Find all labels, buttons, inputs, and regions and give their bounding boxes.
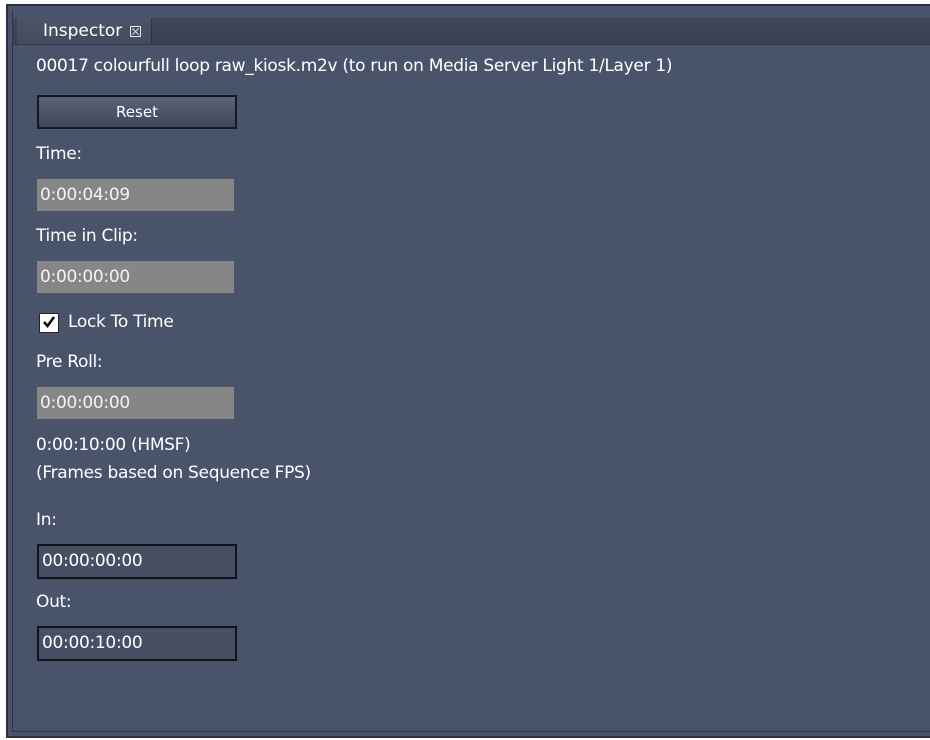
frames-note: (Frames based on Sequence FPS): [36, 463, 311, 483]
reset-button[interactable]: Reset: [37, 95, 237, 129]
time-label: Time:: [36, 144, 82, 164]
tab-inspector[interactable]: Inspector: [17, 18, 153, 44]
close-icon[interactable]: [130, 25, 142, 37]
inspector-window: Inspector 00017 colourfull loop raw_kios…: [6, 4, 930, 738]
lock-to-time-label[interactable]: Lock To Time: [68, 312, 174, 332]
inspector-panel: Inspector 00017 colourfull loop raw_kios…: [12, 10, 930, 732]
lock-to-time-checkbox[interactable]: [39, 313, 59, 333]
out-label: Out:: [36, 592, 72, 612]
duration-text: 0:00:10:00 (HMSF): [36, 435, 191, 455]
time-in-clip-field: 0:00:00:00: [37, 261, 234, 293]
time-in-clip-label: Time in Clip:: [36, 226, 138, 246]
pre-roll-field: 0:00:00:00: [37, 387, 234, 419]
in-label: In:: [36, 510, 57, 530]
in-field[interactable]: 00:00:00:00: [37, 544, 237, 579]
tab-label: Inspector: [43, 21, 123, 41]
clip-title: 00017 colourfull loop raw_kiosk.m2v (to …: [36, 56, 673, 76]
pre-roll-label: Pre Roll:: [36, 352, 103, 372]
time-field: 0:00:04:09: [37, 179, 234, 211]
tab-bar: Inspector: [13, 18, 930, 45]
out-field[interactable]: 00:00:10:00: [37, 626, 237, 661]
check-icon: [43, 316, 55, 328]
